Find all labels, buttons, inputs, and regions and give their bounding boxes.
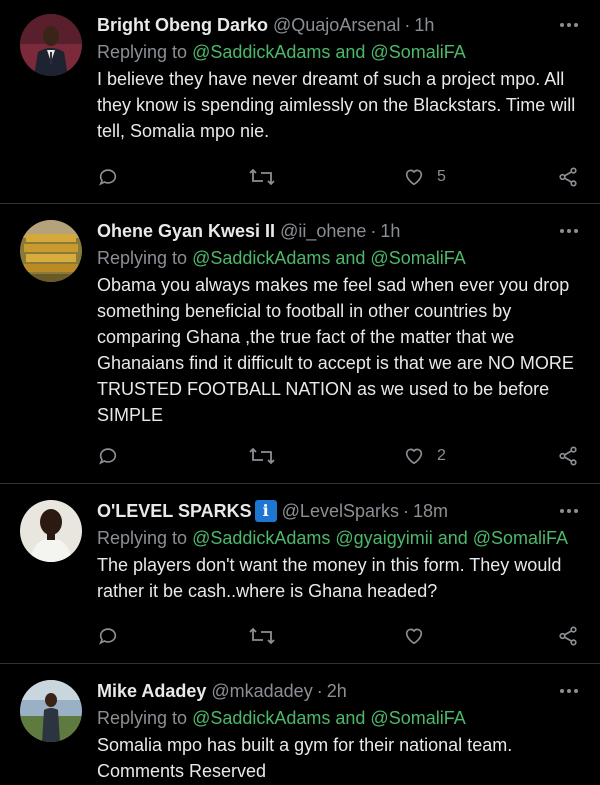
comment-bubble-icon xyxy=(99,169,117,186)
like-button[interactable]: 5 xyxy=(403,164,446,190)
author-handle[interactable]: @ii_ohene xyxy=(280,221,366,242)
share-icon xyxy=(559,626,577,646)
timestamp[interactable]: 1h xyxy=(380,221,400,242)
mention-links[interactable]: @SaddickAdams and @SomaliFA xyxy=(192,42,466,62)
author-name[interactable]: Bright Obeng Darko xyxy=(97,15,268,36)
author-handle[interactable]: @mkadadey xyxy=(211,681,312,702)
tweet-actions xyxy=(97,623,587,649)
mention-links[interactable]: @SaddickAdams and @SomaliFA xyxy=(192,248,466,268)
replying-to-label: Replying to xyxy=(97,528,193,548)
avatar[interactable] xyxy=(20,220,82,282)
share-button[interactable] xyxy=(557,623,579,649)
heart-icon xyxy=(405,628,423,645)
timestamp[interactable]: 2h xyxy=(327,681,347,702)
share-button[interactable] xyxy=(557,443,579,469)
like-count: 2 xyxy=(437,447,446,464)
heart-icon xyxy=(405,448,423,465)
avatar[interactable] xyxy=(20,14,82,76)
separator-dot: · xyxy=(404,14,411,35)
avatar[interactable] xyxy=(20,500,82,562)
replying-to: Replying to @SaddickAdams and @SomaliFA xyxy=(97,248,466,269)
comment-bubble-icon xyxy=(99,628,117,645)
separator-dot: · xyxy=(370,220,377,241)
mention-links[interactable]: @SaddickAdams and @SomaliFA xyxy=(192,708,466,728)
retweet-button[interactable] xyxy=(249,443,275,469)
like-button[interactable] xyxy=(403,623,425,649)
more-options-icon[interactable] xyxy=(560,498,578,524)
divider xyxy=(0,663,600,664)
timestamp[interactable]: 18m xyxy=(413,501,448,522)
author-name[interactable]: Mike Adadey xyxy=(97,681,206,702)
more-options-icon[interactable] xyxy=(560,218,578,244)
info-badge-icon: i xyxy=(254,500,277,522)
tweet-text: The players don't want the money in this… xyxy=(97,555,562,601)
retweet-button[interactable] xyxy=(249,623,275,649)
author-handle[interactable]: @LevelSparks xyxy=(282,501,399,522)
author-name[interactable]: O'LEVEL SPARKS xyxy=(97,501,252,522)
share-button[interactable] xyxy=(557,164,579,190)
retweet-icon xyxy=(249,168,275,186)
replying-to: Replying to @SaddickAdams and @SomaliFA xyxy=(97,42,466,63)
replying-to-label: Replying to xyxy=(97,708,193,728)
timestamp[interactable]: 1h xyxy=(414,15,434,36)
tweet[interactable]: O'LEVEL SPARKS i @LevelSparks · 18m Repl… xyxy=(0,498,600,658)
replying-to-label: Replying to xyxy=(97,248,193,268)
retweet-button[interactable] xyxy=(249,164,275,190)
heart-icon xyxy=(405,169,423,186)
tweet-text: I believe they have never dreamt of such… xyxy=(97,69,576,141)
reply-button[interactable] xyxy=(97,443,119,469)
divider xyxy=(0,483,600,484)
separator-dot: · xyxy=(402,500,409,521)
divider xyxy=(0,203,600,204)
retweet-icon xyxy=(249,447,275,465)
share-icon xyxy=(559,167,577,187)
more-options-icon[interactable] xyxy=(560,678,578,704)
like-button[interactable]: 2 xyxy=(403,443,446,469)
tweet[interactable]: Ohene Gyan Kwesi II @ii_ohene · 1h Reply… xyxy=(0,218,600,468)
like-count: 5 xyxy=(437,168,446,185)
tweet[interactable]: Mike Adadey @mkadadey · 2h Replying to @… xyxy=(0,678,600,785)
replying-to-label: Replying to xyxy=(97,42,193,62)
reply-button[interactable] xyxy=(97,164,119,190)
tweet-actions: 2 xyxy=(97,443,587,469)
author-name[interactable]: Ohene Gyan Kwesi II xyxy=(97,221,275,242)
tweet-text: Somalia mpo has built a gym for their na… xyxy=(97,735,513,781)
author-handle[interactable]: @QuajoArsenal xyxy=(273,15,400,36)
replying-to: Replying to @SaddickAdams and @SomaliFA xyxy=(97,708,466,729)
tweet[interactable]: Bright Obeng Darko @QuajoArsenal · 1h Re… xyxy=(0,12,600,202)
separator-dot: · xyxy=(316,680,323,701)
tweet-actions: 5 xyxy=(97,164,587,190)
comment-bubble-icon xyxy=(99,448,117,465)
mention-links[interactable]: @SaddickAdams @gyaigyimii and @SomaliFA xyxy=(192,528,568,548)
reply-button[interactable] xyxy=(97,623,119,649)
replying-to: Replying to @SaddickAdams @gyaigyimii an… xyxy=(97,528,568,549)
share-icon xyxy=(559,446,577,466)
tweet-text: Obama you always makes me feel sad when … xyxy=(97,275,574,425)
avatar[interactable] xyxy=(20,680,82,742)
retweet-icon xyxy=(249,627,275,645)
more-options-icon[interactable] xyxy=(560,12,578,38)
